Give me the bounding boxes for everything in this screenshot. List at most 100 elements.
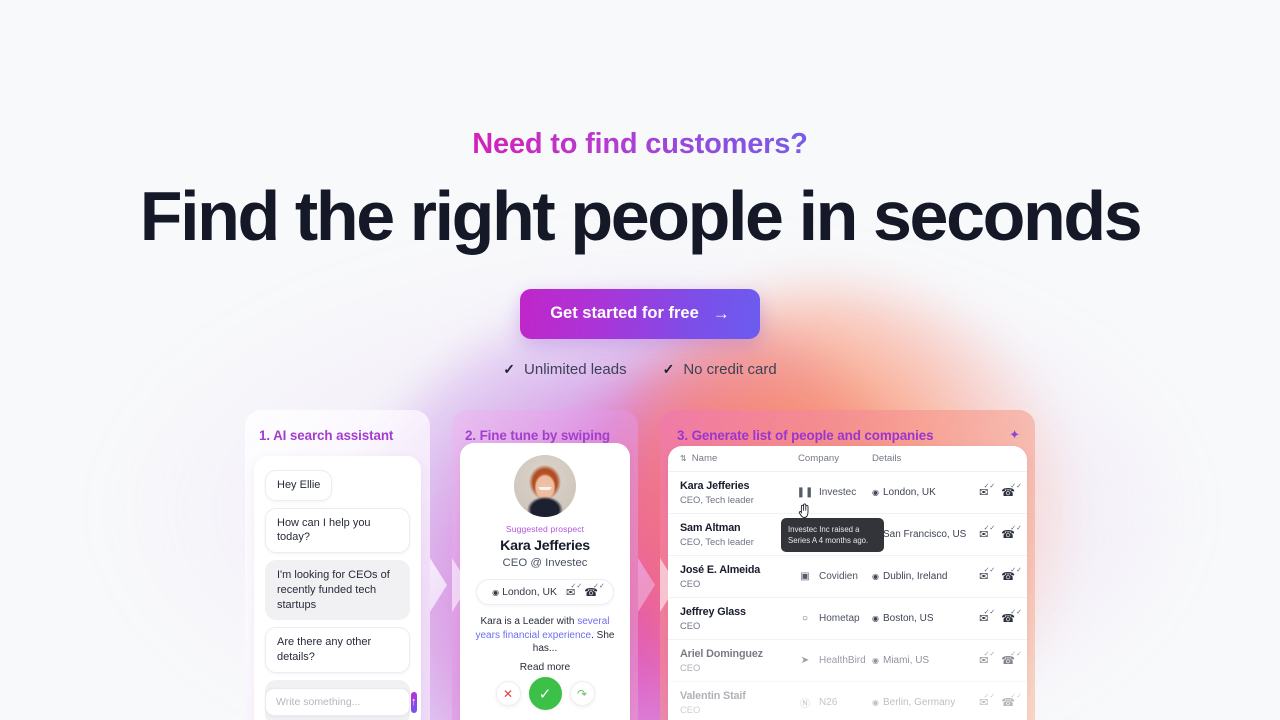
table-row[interactable]: Jeffrey Glass CEO ○ Hometap ◉ Boston, US…	[668, 598, 1027, 640]
email-icon[interactable]: ✉ ✓✓	[979, 525, 995, 541]
page-title: Find the right people in seconds	[139, 177, 1143, 255]
person-role: CEO	[680, 620, 701, 631]
company-logo-icon[interactable]: Ⓝ	[798, 696, 812, 710]
cell-actions: ✉ ✓✓ ☎ ✓✓	[979, 651, 1022, 667]
step-1-title: 1. AI search assistant	[259, 428, 394, 443]
step-card-generate-list[interactable]: 3. Generate list of people and companies…	[660, 410, 1035, 720]
step-card-ai-search-assistant[interactable]: 1. AI search assistant Hey Ellie How can…	[245, 410, 430, 720]
email-icon[interactable]: ✉ ✓✓	[979, 609, 995, 625]
mouse-pointer-hand-icon	[798, 503, 809, 518]
verified-icon: ✓✓	[1010, 651, 1022, 658]
cell-name: José E. Almeida CEO	[680, 564, 798, 589]
table-row[interactable]: Valentin Staif CEO Ⓝ N26 ◉ Berlin, Germa…	[668, 682, 1027, 720]
column-header-details[interactable]: Details	[872, 453, 1015, 464]
sort-icon[interactable]: ⇅	[680, 454, 687, 463]
person-role: CEO	[680, 578, 701, 589]
company-logo-icon[interactable]: ➤	[798, 654, 812, 668]
phone-icon[interactable]: ☎ ✓✓	[1001, 483, 1022, 499]
verified-icon: ✓✓	[983, 693, 996, 700]
prospect-location: ◉ London, UK	[492, 587, 557, 598]
check-icon: ✓	[503, 361, 516, 377]
email-icon[interactable]: ✉ ✓✓	[979, 651, 995, 667]
status-badge: Suggested prospect	[505, 524, 585, 534]
location-label: Berlin, Germany	[882, 697, 956, 708]
chat-input[interactable]	[276, 696, 411, 708]
chat-composer[interactable]: ↑	[265, 688, 417, 716]
cell-company[interactable]: ❚❚ Investec	[797, 486, 872, 500]
check-icon: ✓	[662, 361, 675, 377]
chat-message-in: Are there any other details?	[265, 627, 410, 679]
table-row[interactable]: Ariel Dominguez CEO ➤ HealthBird ◉ Miami…	[668, 640, 1027, 682]
location-label: London, UK	[882, 487, 936, 498]
cell-name: Kara Jefferies CEO, Tech leader	[680, 480, 798, 505]
person-name: Kara Jefferies	[680, 480, 750, 492]
chat-bubble: How can I help you today?	[265, 507, 410, 554]
perk-label: Unlimited leads	[524, 361, 627, 378]
step-3-title: 3. Generate list of people and companies	[677, 428, 934, 443]
sparkles-icon[interactable]: ✦	[1009, 428, 1020, 441]
verified-icon: ✓✓	[1010, 693, 1022, 700]
verified-icon: ✓✓	[983, 609, 996, 616]
verified-icon: ✓✓	[1010, 567, 1022, 574]
cell-name: Valentin Staif CEO	[680, 690, 798, 715]
company-name: N26	[819, 697, 838, 708]
company-name: HealthBird	[819, 655, 866, 666]
bio-pre: Kara is a Leader with	[480, 616, 578, 627]
prospect-name: Kara Jefferies	[500, 538, 590, 554]
prospect-bio: Kara is a Leader with several years fina…	[470, 615, 620, 656]
verified-icon: ✓✓	[983, 567, 996, 574]
chat-message-in: How can I help you today?	[265, 507, 410, 560]
cell-company[interactable]: ➤ HealthBird	[798, 654, 872, 668]
phone-icon[interactable]: ☎ ✓✓	[584, 583, 605, 599]
cell-company[interactable]: ▣ Covidien	[798, 570, 872, 584]
email-icon[interactable]: ✉ ✓✓	[566, 583, 582, 599]
company-logo-icon[interactable]: ▣	[798, 570, 812, 584]
company-name: Hometap	[819, 613, 860, 624]
cta-row: Get started for free →	[0, 289, 1280, 339]
undo-button[interactable]: ↷	[569, 681, 595, 706]
cell-actions: ✉ ✓✓ ☎ ✓✓	[979, 483, 1022, 499]
cell-actions: ✉ ✓✓ ☎ ✓✓	[979, 693, 1022, 709]
cell-details: ◉ London, UK	[872, 487, 979, 498]
pin-icon: ◉	[872, 656, 879, 665]
connector-arrow-1	[430, 558, 447, 612]
phone-icon[interactable]: ☎ ✓✓	[1001, 651, 1022, 667]
phone-icon[interactable]: ☎ ✓✓	[1001, 525, 1022, 541]
phone-icon[interactable]: ☎ ✓✓	[1001, 609, 1022, 625]
verified-icon: ✓✓	[983, 483, 996, 490]
cell-actions: ✉ ✓✓ ☎ ✓✓	[979, 567, 1022, 583]
send-button[interactable]: ↑	[411, 691, 417, 713]
cell-actions: ✉ ✓✓ ☎ ✓✓	[979, 609, 1022, 625]
chat-message-out: I'm looking for CEOs of recently funded …	[265, 560, 410, 627]
verified-icon: ✓✓	[983, 525, 996, 532]
cell-company[interactable]: Ⓝ N26	[798, 696, 872, 710]
page-root: Need to find customers? Find the right p…	[0, 0, 1280, 720]
email-icon[interactable]: ✉ ✓✓	[979, 483, 995, 499]
reject-button[interactable]: ✕	[495, 681, 521, 706]
email-icon[interactable]: ✉ ✓✓	[979, 693, 995, 709]
accept-button[interactable]: ✓	[528, 677, 562, 710]
cell-details: ◉ Dublin, Ireland	[872, 571, 979, 582]
chat-bubble: Are there any other details?	[265, 627, 410, 673]
email-icon[interactable]: ✉ ✓✓	[979, 567, 995, 583]
arrow-up-icon: ↑	[411, 695, 417, 708]
get-started-button[interactable]: Get started for free →	[520, 289, 760, 339]
company-logo-icon[interactable]: ○	[798, 612, 812, 626]
chat-message-in: Hey Ellie	[265, 470, 410, 508]
table-row[interactable]: José E. Almeida CEO ▣ Covidien ◉ Dublin,…	[668, 556, 1027, 598]
person-name: José E. Almeida	[680, 564, 761, 576]
cell-company[interactable]: ○ Hometap	[798, 612, 872, 626]
phone-icon[interactable]: ☎ ✓✓	[1001, 567, 1022, 583]
column-header-name[interactable]: ⇅ Name	[680, 453, 798, 464]
step-2-title: 2. Fine tune by swiping	[465, 428, 611, 443]
column-header-company[interactable]: Company	[798, 453, 872, 464]
phone-icon[interactable]: ☎ ✓✓	[1001, 693, 1022, 709]
location-label: Boston, US	[882, 613, 934, 624]
perk-label: No credit card	[683, 361, 777, 378]
step-card-fine-tune-swiping[interactable]: 2. Fine tune by swiping Suggested prospe…	[452, 410, 638, 720]
read-more-link[interactable]: Read more	[470, 662, 620, 673]
table-row[interactable]: Kara Jefferies CEO, Tech leader ❚❚ Inves…	[668, 472, 1027, 514]
company-tooltip: Investec Inc raised a Series A 4 months …	[781, 518, 884, 553]
company-logo-icon[interactable]: ❚❚	[797, 486, 814, 500]
pin-icon: ◉	[872, 572, 879, 581]
